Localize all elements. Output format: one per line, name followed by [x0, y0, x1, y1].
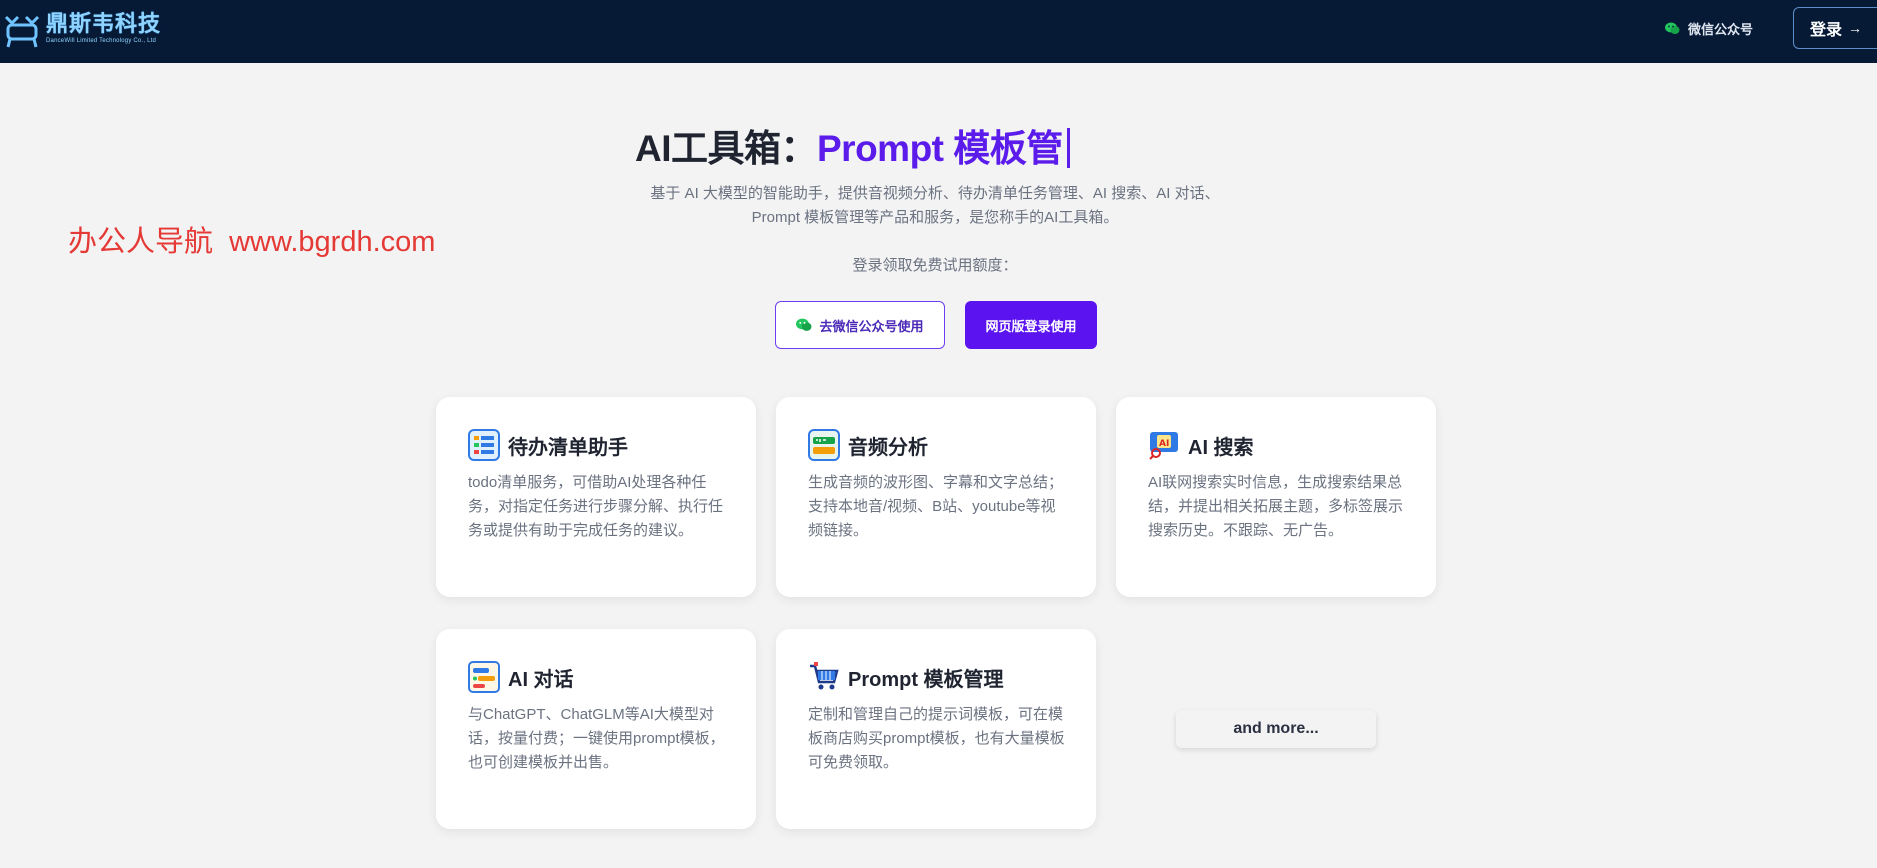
company-logo[interactable]: 鼎斯韦科技 DanceWill Limited Technology Co., … — [2, 6, 187, 52]
hero-title-prefix: AI工具箱： — [635, 128, 818, 169]
card-title: 待办清单助手 — [508, 436, 628, 459]
feature-card-ai-chat[interactable]: AI 对话 与ChatGPT、ChatGLM等AI大模型对话，按量付费；一键使用… — [436, 629, 756, 829]
card-description: 与ChatGPT、ChatGLM等AI大模型对话，按量付费；一键使用prompt… — [468, 706, 725, 771]
and-more-label: and more... — [1176, 710, 1376, 748]
svg-text:AI: AI — [1159, 439, 1169, 449]
ai-chat-icon — [468, 661, 500, 693]
login-button[interactable]: 登录 → — [1793, 7, 1877, 49]
web-login-label: 网页版登录使用 — [985, 318, 1077, 334]
card-description: todo清单服务，可借助AI处理各种任务，对指定任务进行步骤分解、执行任务或提供… — [468, 474, 724, 539]
todo-list-icon — [468, 429, 500, 461]
wechat-use-label: 去微信公众号使用 — [819, 318, 924, 334]
feature-card-audio[interactable]: 音频分析 生成音频的波形图、字幕和文字总结；支持本地音/视频、B站、youtub… — [776, 397, 1096, 597]
audio-analysis-icon — [808, 429, 840, 461]
hero-title: AI工具箱：Prompt 模板管 — [635, 118, 1070, 172]
card-title: AI 对话 — [508, 668, 574, 691]
shopping-cart-icon — [810, 662, 839, 690]
card-description: 生成音频的波形图、字幕和文字总结；支持本地音/视频、B站、youtube等视频链… — [808, 474, 1064, 539]
login-label: 登录 — [1810, 22, 1843, 39]
logo-text: 鼎斯韦科技 — [46, 12, 162, 37]
web-login-button[interactable]: 网页版登录使用 — [965, 301, 1097, 349]
card-description: 定制和管理自己的提示词模板，可在模板商店购买prompt模板，也有大量模板可免费… — [808, 706, 1065, 771]
hero-description: 基于 AI 大模型的智能助手，提供音视频分析、待办清单任务管理、AI 搜索、AI… — [650, 185, 1220, 226]
wechat-icon — [1665, 22, 1680, 34]
top-navbar: 鼎斯韦科技 DanceWill Limited Technology Co., … — [0, 0, 1877, 63]
card-title: 音频分析 — [848, 436, 928, 459]
card-description: AI联网搜索实时信息，生成搜索结果总结，并提出相关拓展主题，多标签展示搜索历史。… — [1148, 474, 1404, 539]
feature-card-todo[interactable]: 待办清单助手 todo清单服务，可借助AI处理各种任务，对指定任务进行步骤分解、… — [436, 397, 756, 597]
typing-cursor — [1066, 128, 1070, 168]
logo-subtext: DanceWill Limited Technology Co., Ltd — [46, 38, 157, 44]
wechat-use-button[interactable]: 去微信公众号使用 — [775, 301, 945, 349]
watermark-text: 办公人导航 www.bgrdh.com — [68, 226, 436, 258]
hero-subtext: 登录领取免费试用额度： — [852, 257, 1018, 274]
logo-mark-icon — [4, 15, 40, 48]
wechat-icon — [796, 318, 812, 331]
card-title: Prompt 模板管理 — [848, 668, 1004, 691]
feature-card-ai-search[interactable]: AI AI 搜索 AI联网搜索实时信息，生成搜索结果总结，并提出相关拓展主题，多… — [1116, 397, 1436, 597]
nav-wechat-label: 微信公众号 — [1688, 21, 1754, 37]
arrow-right-icon: → — [1848, 20, 1863, 36]
feature-card-prompt[interactable]: Prompt 模板管理 定制和管理自己的提示词模板，可在模板商店购买prompt… — [776, 629, 1096, 829]
nav-wechat-link[interactable]: 微信公众号 — [1665, 17, 1753, 39]
hero-title-accent: Prompt 模板管 — [817, 128, 1063, 169]
ai-search-icon: AI — [1149, 432, 1178, 460]
card-title: AI 搜索 — [1188, 436, 1254, 459]
